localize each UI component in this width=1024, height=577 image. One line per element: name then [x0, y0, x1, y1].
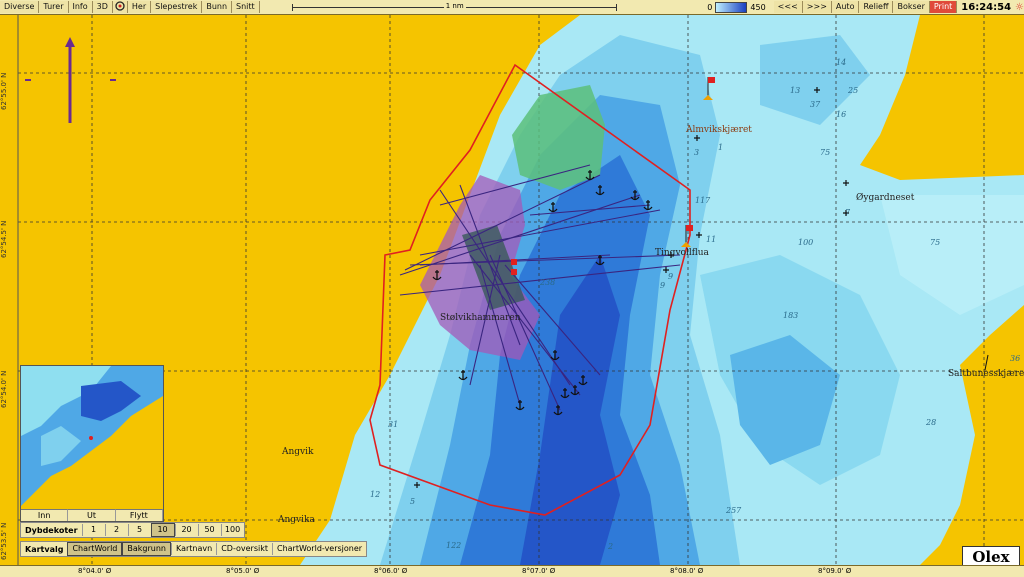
- depth-min: 0: [707, 2, 713, 12]
- chartworld-versjoner-button[interactable]: ChartWorld-versjoner: [271, 543, 366, 555]
- depth-number: 75: [930, 238, 941, 247]
- move-button[interactable]: Flytt: [115, 509, 163, 521]
- cd-oversikt-button[interactable]: CD-oversikt: [216, 543, 272, 555]
- menu-turer[interactable]: Turer: [39, 1, 69, 13]
- chart-selector: Kartvalg ChartWorld Bakgrunn Kartnavn CD…: [20, 541, 368, 557]
- chartworld-button[interactable]: ChartWorld: [67, 542, 123, 556]
- scale-label: 1 nm: [443, 1, 466, 10]
- place-almvikskjaeret: Almvikskjæret: [686, 125, 752, 135]
- longitude-bar: 8°04.0' Ø 8°05.0' Ø 8°06.0' Ø 8°07.0' Ø …: [0, 565, 1024, 577]
- depth-number: 238: [540, 278, 556, 287]
- minimap-controls: Inn Ut Flytt: [21, 509, 163, 521]
- kartnavn-button[interactable]: Kartnavn: [170, 543, 216, 555]
- sun-icon: ☼: [1015, 1, 1024, 13]
- red-marker: [511, 259, 517, 265]
- chart-selector-label: Kartvalg: [25, 544, 64, 554]
- menu-snitt[interactable]: Snitt: [232, 1, 260, 13]
- depth-number: 75: [820, 148, 831, 157]
- place-tingvollflua: Tingvollflua: [655, 248, 709, 258]
- lat-label: 62°54.5' N: [0, 220, 8, 258]
- relieff-button[interactable]: Relieff: [859, 1, 894, 13]
- lon-label: 8°06.0' Ø: [374, 567, 408, 575]
- minimap-chart: [21, 366, 163, 509]
- lon-label: 8°09.0' Ø: [818, 567, 852, 575]
- top-toolbar: Diverse Turer Info 3D Her Slepestrek Bun…: [0, 0, 1024, 15]
- depth-number: 13: [790, 86, 801, 95]
- depth-number: 9: [668, 272, 674, 281]
- auto-button[interactable]: Auto: [831, 1, 860, 13]
- lat-label: 62°55.0' N: [0, 72, 8, 110]
- depth-number: 36: [1010, 354, 1021, 363]
- prev-button[interactable]: <<<: [773, 1, 803, 13]
- depth-number: 11: [706, 235, 717, 244]
- depth-number: 3: [694, 148, 700, 157]
- depth-number: 117: [695, 196, 711, 205]
- bakgrunn-button[interactable]: Bakgrunn: [122, 542, 171, 556]
- depth-number: 12: [370, 490, 381, 499]
- depth-max: 450: [750, 2, 766, 12]
- place-angvika: Angvika: [278, 515, 315, 525]
- target-icon[interactable]: [112, 1, 128, 13]
- print-button[interactable]: Print: [929, 1, 958, 13]
- contour-option-5[interactable]: 5: [127, 524, 151, 536]
- lon-label: 8°08.0' Ø: [670, 567, 704, 575]
- place-stolvikhammaren: Stølvikhammaren: [440, 313, 521, 323]
- depth-number: 5: [410, 497, 416, 506]
- depth-number: 14: [836, 58, 847, 67]
- clock: 16:24:54: [961, 1, 1012, 13]
- contour-option-100[interactable]: 100: [220, 524, 244, 536]
- next-button[interactable]: >>>: [802, 1, 832, 13]
- lon-label: 8°07.0' Ø: [522, 567, 556, 575]
- depth-number: 257: [726, 506, 742, 515]
- contour-option-10[interactable]: 10: [150, 523, 175, 537]
- depth-number: 183: [783, 311, 799, 320]
- depth-number: 28: [926, 418, 937, 427]
- lon-label: 8°04.0' Ø: [78, 567, 112, 575]
- zoom-in-button[interactable]: Inn: [21, 509, 69, 521]
- depth-number: 9: [660, 281, 666, 290]
- depth-gradient: [715, 1, 748, 13]
- red-marker: [511, 269, 517, 275]
- menu-3d[interactable]: 3D: [92, 1, 113, 13]
- contour-option-2[interactable]: 2: [104, 524, 128, 536]
- contour-option-50[interactable]: 50: [197, 524, 221, 536]
- menu-her[interactable]: Her: [127, 1, 152, 13]
- depth-number: 7: [845, 208, 851, 217]
- menu-info[interactable]: Info: [68, 1, 93, 13]
- menu-diverse[interactable]: Diverse: [0, 1, 40, 13]
- depth-contours-selector: Dybdekoter 1 2 5 10 20 50 100: [20, 522, 245, 538]
- depth-contours-label: Dybdekoter: [25, 525, 78, 535]
- depth-number: 25: [848, 86, 859, 95]
- lon-label: 8°05.0' Ø: [226, 567, 260, 575]
- scale-bar: 1 nm: [260, 1, 650, 11]
- lat-label: 62°54.0' N: [0, 370, 8, 408]
- bokser-button[interactable]: Bokser: [893, 1, 930, 13]
- contour-option-1[interactable]: 1: [81, 524, 105, 536]
- depth-number: 37: [810, 100, 821, 109]
- place-angvik: Angvik: [282, 447, 314, 457]
- depth-number: 2: [608, 542, 614, 551]
- depth-number: 122: [446, 541, 462, 550]
- lat-label: 62°53.5' N: [0, 522, 8, 560]
- place-oygardneset: Øygardneset: [856, 193, 915, 203]
- depth-number: 1: [718, 143, 724, 152]
- menu-bunn[interactable]: Bunn: [202, 1, 233, 13]
- menu-slepestrek[interactable]: Slepestrek: [151, 1, 203, 13]
- zoom-out-button[interactable]: Ut: [68, 509, 116, 521]
- place-saltbunesskjaere: Saltbunesskjære: [948, 369, 1024, 379]
- depth-number: 31: [388, 420, 399, 429]
- overview-minimap[interactable]: Inn Ut Flytt: [20, 365, 164, 522]
- contour-option-20[interactable]: 20: [174, 524, 198, 536]
- depth-number: 100: [798, 238, 814, 247]
- depth-number: 16: [836, 110, 847, 119]
